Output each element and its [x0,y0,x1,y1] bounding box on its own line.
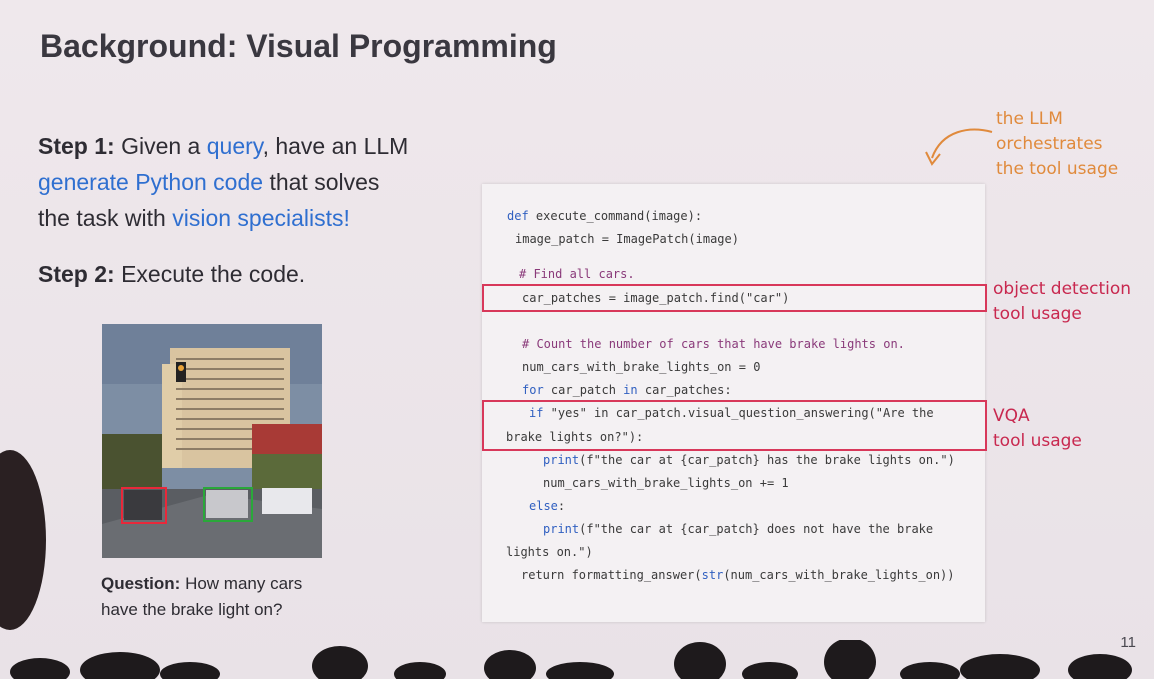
code-line: else: [529,499,565,513]
note-line: tool usage [993,304,1082,324]
code-keyword: print [543,453,580,467]
step1-text: that solves [263,169,380,195]
code-line: for car_patch in car_patches: [522,383,732,397]
code-line: num_cars_with_brake_lights_on += 1 [543,476,789,490]
code-text: car_patches: [637,383,732,397]
code-line: return formatting_answer(str(num_cars_wi… [521,568,955,582]
street-photo [102,324,322,558]
step1-text: , have an LLM [262,133,409,159]
code-keyword: for [522,383,544,397]
code-text: (num_cars_with_brake_lights_on)) [723,568,955,582]
vqa-highlight-box [482,400,987,451]
code-text: (f"the car at {car_patch} has the brake … [579,453,955,467]
code-text: car_patch [543,383,624,397]
slide-title: Background: Visual Programming [40,28,557,64]
step1-label: Step 1: [38,133,115,159]
code-line: num_cars_with_brake_lights_on = 0 [522,360,761,374]
step1-text: Given a [114,133,207,159]
code-text: : [557,499,566,513]
generate-term: generate Python code [38,169,264,195]
question-caption: Question: How many cars have the brake l… [101,571,302,623]
note-line: orchestrates [996,134,1103,154]
query-term: query [206,133,263,159]
code-comment: # Count the number of cars that have bra… [522,337,905,351]
step1-text: the task with [38,205,173,231]
note-line: the tool usage [996,159,1119,179]
caption-text: How many cars [180,574,303,593]
note-line: object detection [993,279,1132,299]
code-line: lights on.") [506,545,593,559]
detection-note: object detection tool usage [993,277,1131,327]
slide: Background: Visual Programming Step 1: G… [0,0,1154,679]
code-line: image_patch = ImagePatch(image) [515,232,739,246]
note-line: tool usage [993,431,1082,451]
note-line: the LLM [996,109,1063,129]
car-detection-box-green [203,487,253,522]
code-comment: # Find all cars. [519,267,635,281]
audience-silhouettes [10,640,1132,679]
code-text: execute_command(image): [528,209,703,223]
code-keyword: str [701,568,724,582]
code-keyword: else [529,499,558,513]
code-line: print(f"the car at {car_patch} does not … [543,522,933,536]
car-detection-box-red [121,487,167,524]
code-text: return formatting_answer( [521,568,702,582]
code-line: print(f"the car at {car_patch} has the b… [543,453,955,467]
step2-line: Step 2: Execute the code. [38,256,305,292]
step2-text: Execute the code. [114,261,306,287]
arrow-icon [925,128,993,166]
caption-line2: have the brake light on? [101,600,283,619]
code-keyword: def [507,209,529,223]
caption-label: Question: [101,574,181,593]
detection-highlight-box [482,284,987,312]
speaker-hair-silhouette [0,450,46,630]
note-line: VQA [993,406,1030,426]
caption-line1: Question: How many cars [101,571,302,597]
code-keyword: print [543,522,580,536]
step1-line3: the task with vision specialists! [38,200,350,236]
vqa-note: VQA tool usage [993,404,1082,454]
vision-term: vision specialists! [172,205,350,231]
step1-line1: Step 1: Given a query, have an LLM [38,128,408,164]
step1-line2: generate Python code that solves [38,164,379,200]
step2-label: Step 2: [38,261,115,287]
code-keyword: in [623,383,638,397]
orchestrates-note: the LLM orchestrates the tool usage [996,107,1118,182]
code-text: (f"the car at {car_patch} does not have … [579,522,934,536]
code-line: def execute_command(image): [507,209,702,223]
